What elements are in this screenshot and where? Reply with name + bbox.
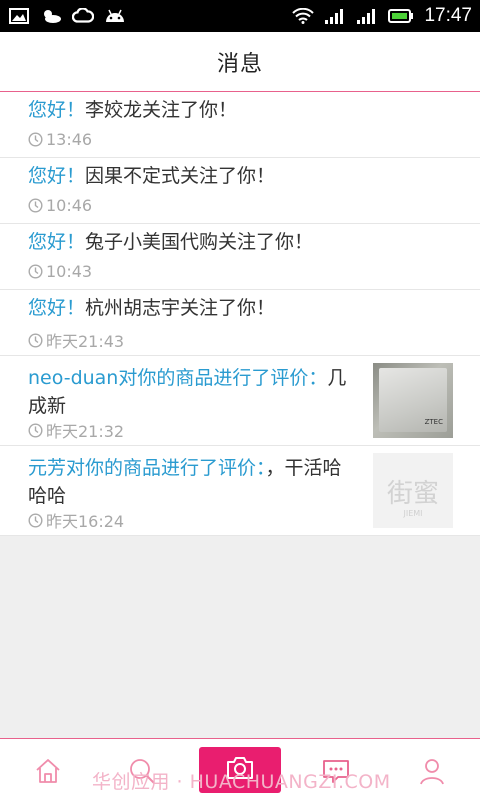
comment-lead: neo-duan对你的商品进行了评价：	[28, 367, 328, 389]
list-item[interactable]: 您好！李姣龙关注了你！ 13:46	[0, 92, 480, 158]
list-item[interactable]: 您好！杭州胡志宇关注了你！ 昨天21:43	[0, 290, 480, 356]
message-time: 昨天16:24	[28, 508, 124, 532]
status-bar-right: 17:47	[292, 5, 472, 27]
page-title: 消息	[216, 51, 263, 77]
android-icon	[104, 7, 126, 25]
time-value: 10:46	[46, 196, 93, 215]
search-icon[interactable]	[124, 753, 160, 789]
message-content: 杭州胡志宇关注了你！	[85, 297, 276, 319]
time-value: 13:46	[46, 130, 93, 149]
camera-icon	[225, 755, 255, 785]
comment-lead: 元芳对你的商品进行了评价：	[28, 457, 266, 479]
header: 消息	[0, 32, 480, 92]
signal-icon-2	[356, 7, 378, 25]
battery-icon	[388, 7, 414, 25]
greeting: 您好！	[28, 165, 86, 187]
clock-icon	[28, 198, 43, 213]
time-value: 10:43	[46, 262, 93, 281]
list-item[interactable]: 您好！兔子小美国代购关注了你！ 10:43	[0, 224, 480, 290]
clock-icon	[28, 132, 43, 147]
message-text: 您好！杭州胡志宇关注了你！	[28, 294, 275, 322]
message-time: 昨天21:32	[28, 418, 124, 442]
message-time: 10:46	[28, 196, 92, 215]
comment-text: 元芳对你的商品进行了评价：，干活哈哈哈	[28, 454, 358, 510]
status-time: 17:47	[424, 5, 472, 26]
message-content: 因果不定式关注了你！	[85, 165, 276, 187]
message-icon[interactable]	[318, 753, 354, 789]
status-bar: 17:47	[0, 0, 480, 32]
gallery-icon	[8, 7, 30, 25]
message-text: 您好！兔子小美国代购关注了你！	[28, 228, 313, 256]
cloud-icon	[72, 7, 94, 25]
message-time: 昨天21:43	[28, 328, 124, 352]
greeting: 您好！	[28, 231, 86, 253]
comment-text: neo-duan对你的商品进行了评价：几成新	[28, 364, 358, 420]
wifi-icon	[292, 7, 315, 25]
message-text: 您好！因果不定式关注了你！	[28, 162, 275, 190]
message-text: 您好！李姣龙关注了你！	[28, 96, 237, 124]
message-content: 兔子小美国代购关注了你！	[85, 231, 314, 253]
list-item[interactable]: 您好！因果不定式关注了你！ 10:46	[0, 158, 480, 224]
clock-icon	[28, 422, 43, 438]
weather-icon	[40, 7, 62, 25]
time-value: 昨天16:24	[46, 512, 125, 531]
profile-icon[interactable]	[414, 753, 450, 789]
thumb-label: ZTEC	[424, 418, 443, 426]
message-list: 您好！李姣龙关注了你！ 13:46 您好！因果不定式关注了你！ 10:46 您好…	[0, 92, 480, 536]
clock-icon	[28, 264, 43, 279]
message-time: 10:43	[28, 262, 92, 281]
message-content: 李姣龙关注了你！	[85, 99, 238, 121]
product-thumbnail[interactable]: 街蜜 JIEMI	[373, 453, 453, 528]
message-time: 13:46	[28, 130, 92, 149]
thumb-logo-sub: JIEMI	[403, 509, 423, 518]
status-bar-left	[8, 7, 126, 25]
clock-icon	[28, 332, 43, 348]
product-thumbnail[interactable]: ZTEC	[373, 363, 453, 438]
clock-icon	[28, 512, 43, 528]
greeting: 您好！	[28, 99, 86, 121]
time-value: 昨天21:43	[46, 332, 125, 351]
thumb-logo: 街蜜	[386, 479, 439, 509]
camera-button[interactable]	[199, 747, 281, 793]
time-value: 昨天21:32	[46, 422, 125, 441]
bottom-tab-bar: 华创应用 · HUACHUANGZI.COM	[0, 738, 480, 800]
signal-icon	[324, 7, 346, 25]
home-icon[interactable]	[30, 753, 66, 789]
list-item[interactable]: 元芳对你的商品进行了评价：，干活哈哈哈 昨天16:24 街蜜 JIEMI	[0, 446, 480, 536]
list-item[interactable]: neo-duan对你的商品进行了评价：几成新 昨天21:32 ZTEC	[0, 356, 480, 446]
greeting: 您好！	[28, 297, 86, 319]
